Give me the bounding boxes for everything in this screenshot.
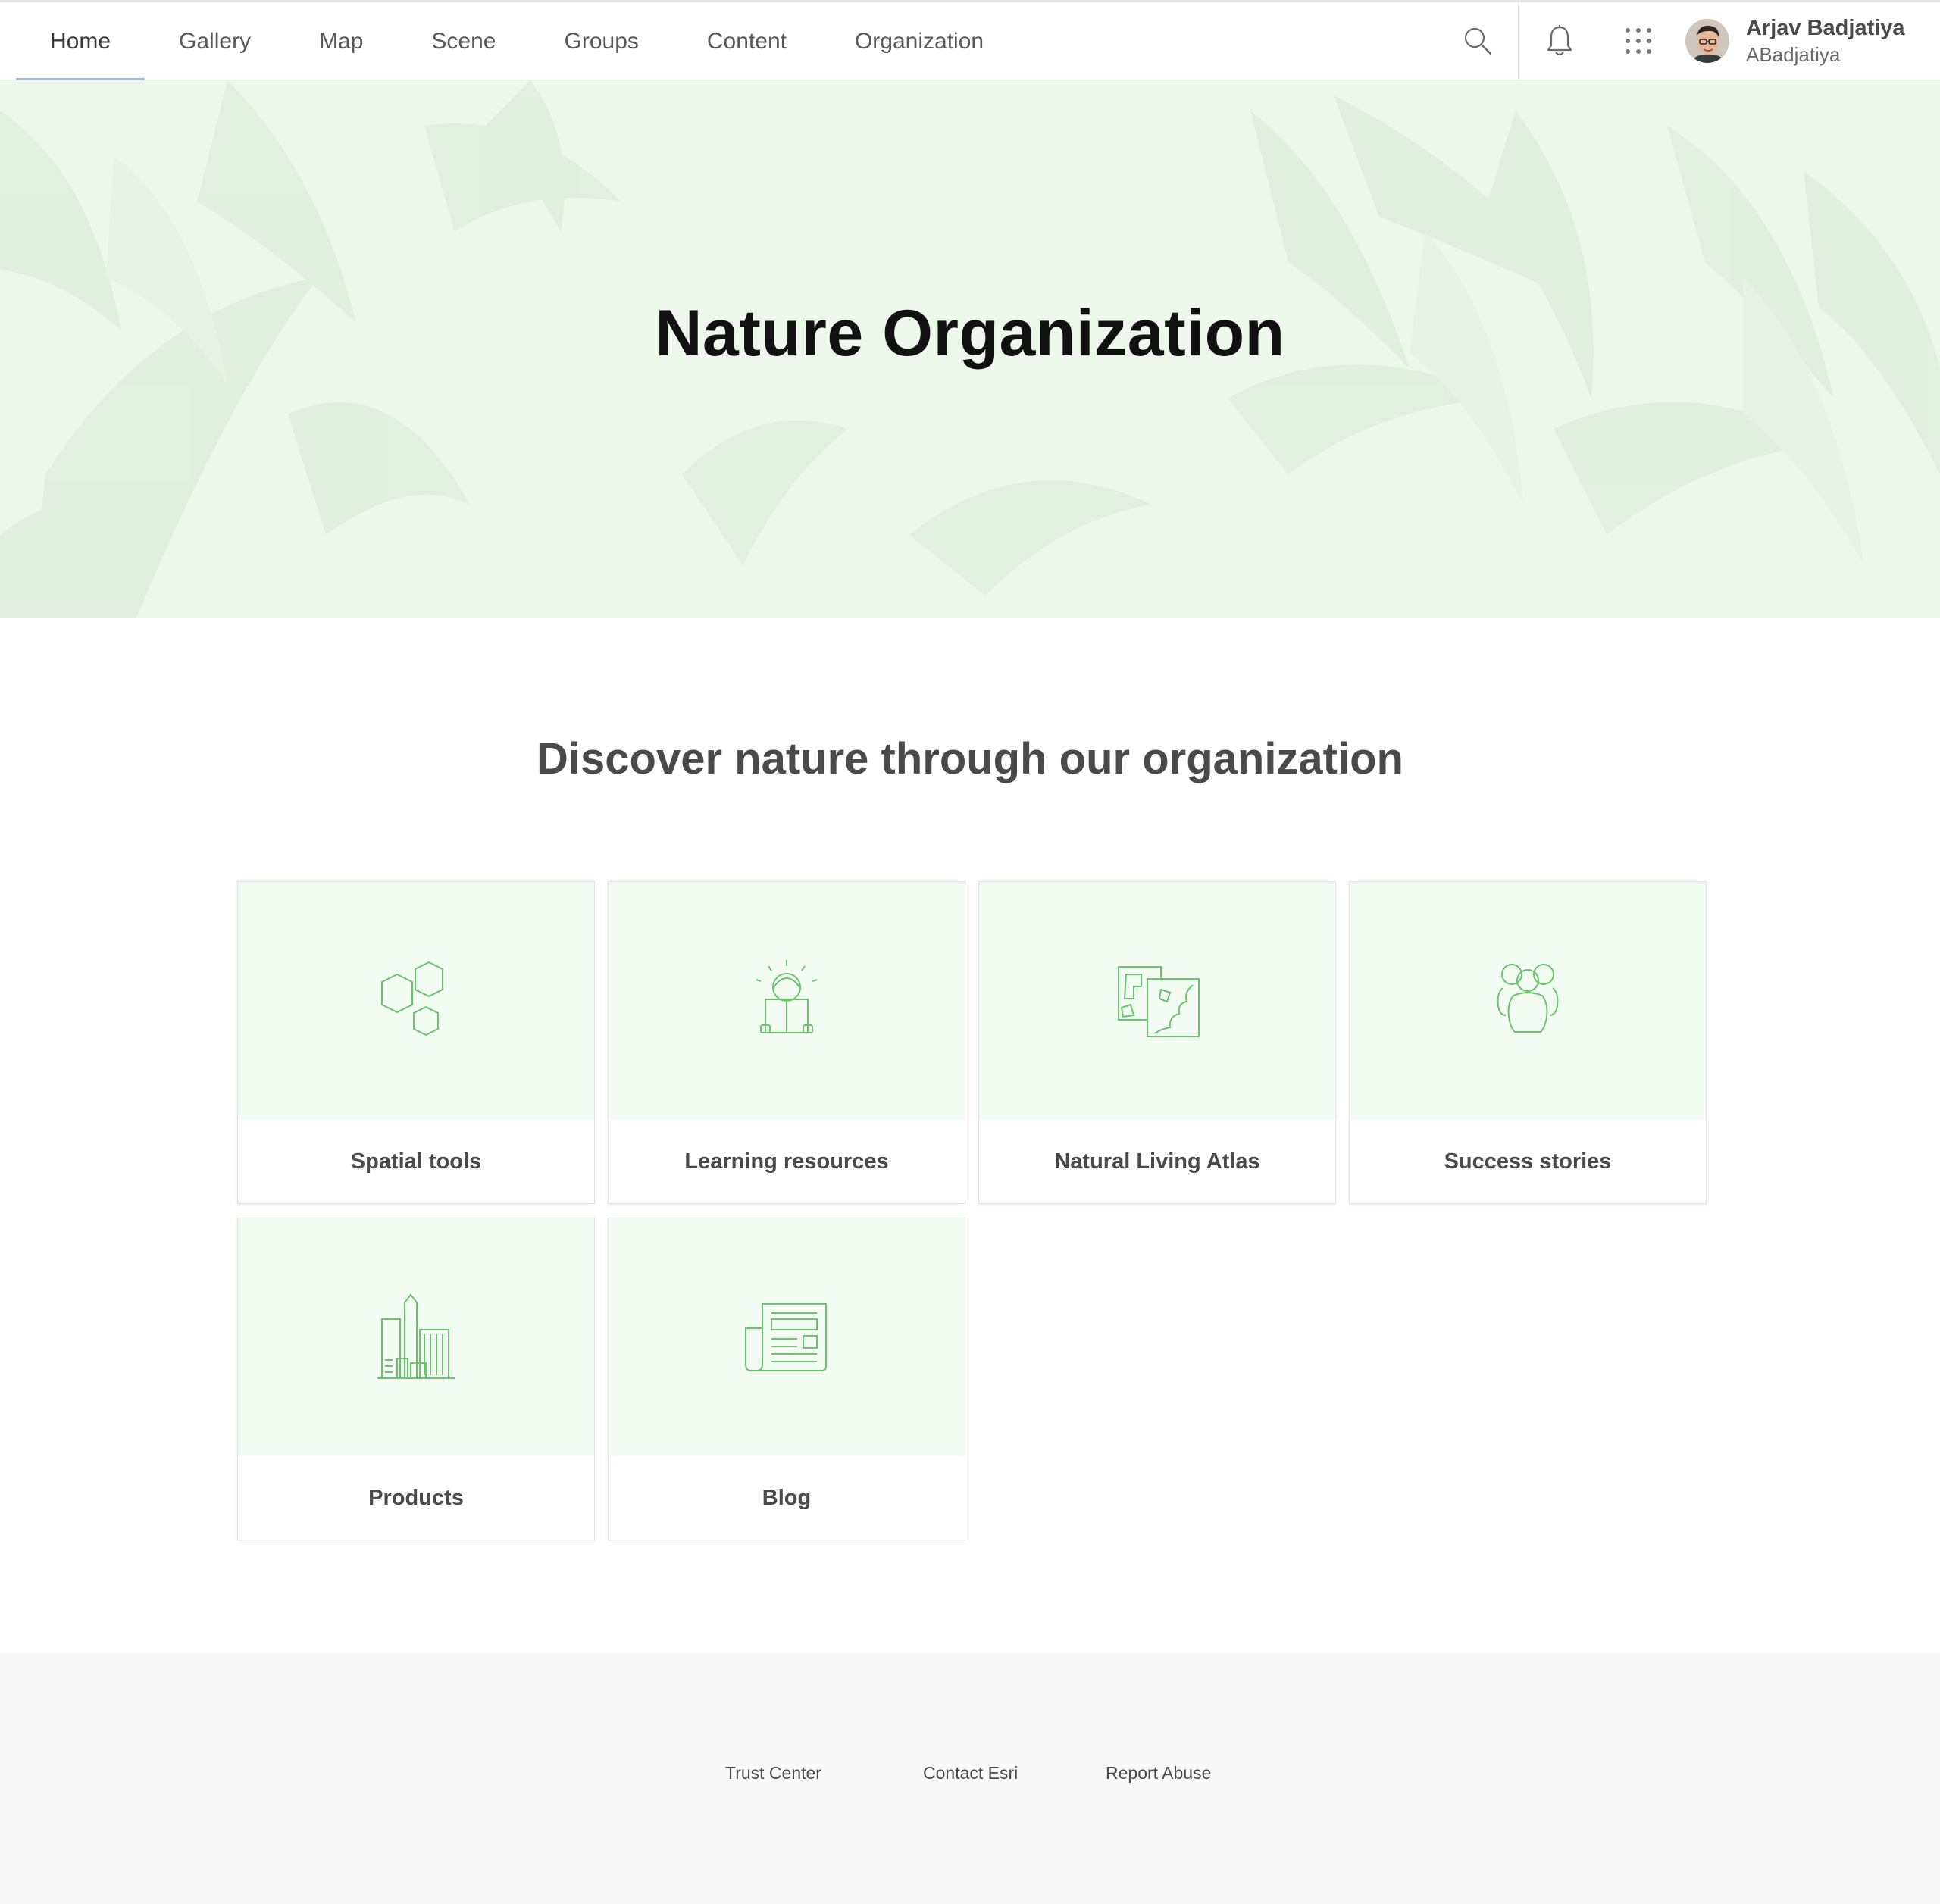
user-handle: ABadjatiya (1746, 43, 1841, 66)
hero-banner: Nature Organization (0, 80, 1940, 618)
tab-groups[interactable]: Groups (530, 2, 673, 80)
footer-link-trust-center[interactable]: Trust Center (725, 1763, 821, 1784)
people-icon (1497, 964, 1559, 1033)
card-success-stories[interactable]: Success stories (1349, 881, 1707, 1204)
card-spatial-tools[interactable]: Spatial tools (237, 881, 595, 1204)
card-image (1350, 882, 1706, 1120)
user-avatar-icon (1685, 19, 1729, 63)
bell-icon (1547, 25, 1572, 56)
tab-map[interactable]: Map (285, 2, 397, 80)
notifications-button[interactable] (1536, 17, 1583, 64)
tab-organization[interactable]: Organization (821, 2, 1018, 80)
tab-scene[interactable]: Scene (397, 2, 530, 80)
card-image (609, 882, 965, 1120)
newspaper-icon (745, 1303, 827, 1371)
card-blog[interactable]: Blog (608, 1218, 965, 1540)
tab-label: Organization (854, 28, 984, 54)
footer-link-report-abuse[interactable]: Report Abuse (1106, 1763, 1211, 1784)
card-image (609, 1218, 965, 1456)
tab-label: Map (319, 28, 364, 54)
footer-link-contact-esri[interactable]: Contact Esri (923, 1763, 1018, 1784)
tab-label: Gallery (179, 28, 252, 54)
tab-content[interactable]: Content (673, 2, 821, 80)
card-label: Learning resources (684, 1149, 889, 1174)
tab-label: Content (706, 28, 787, 54)
user-name[interactable]: Arjav Badjatiya (1746, 16, 1905, 41)
tab-label: Scene (431, 28, 496, 54)
hexagons-icon (381, 961, 443, 1036)
app-launcher-button[interactable] (1615, 17, 1662, 64)
card-natural-living-atlas[interactable]: Natural Living Atlas (978, 881, 1336, 1204)
card-label: Blog (762, 1485, 812, 1510)
top-navigation: Home Gallery Map Scene Groups Content Or… (0, 0, 1940, 83)
tab-label: Groups (564, 28, 639, 54)
section-heading: Discover nature through our organization (537, 734, 1403, 783)
reading-person-icon (756, 960, 818, 1033)
nav-tabs: Home Gallery Map Scene Groups Content Or… (16, 2, 1018, 83)
tab-home[interactable]: Home (16, 2, 146, 81)
app-launcher-icon (1626, 28, 1651, 54)
nav-divider (1518, 2, 1519, 81)
search-icon (1464, 27, 1492, 55)
hero-title: Nature Organization (655, 297, 1285, 370)
card-products[interactable]: Products (237, 1218, 595, 1540)
card-label: Spatial tools (350, 1149, 482, 1174)
footer: Trust Center Contact Esri Report Abuse (0, 1653, 1940, 1904)
card-label: Success stories (1444, 1149, 1612, 1174)
buildings-icon (377, 1293, 455, 1379)
card-image (238, 882, 594, 1120)
avatar[interactable] (1685, 19, 1729, 63)
tab-label: Home (50, 28, 111, 54)
tab-gallery[interactable]: Gallery (145, 2, 285, 80)
maps-icon (1118, 966, 1200, 1037)
card-image (979, 882, 1335, 1120)
card-label: Natural Living Atlas (1054, 1149, 1260, 1174)
card-image (238, 1218, 594, 1456)
card-learning-resources[interactable]: Learning resources (608, 881, 965, 1204)
search-button[interactable] (1454, 17, 1501, 64)
card-label: Products (368, 1485, 464, 1510)
